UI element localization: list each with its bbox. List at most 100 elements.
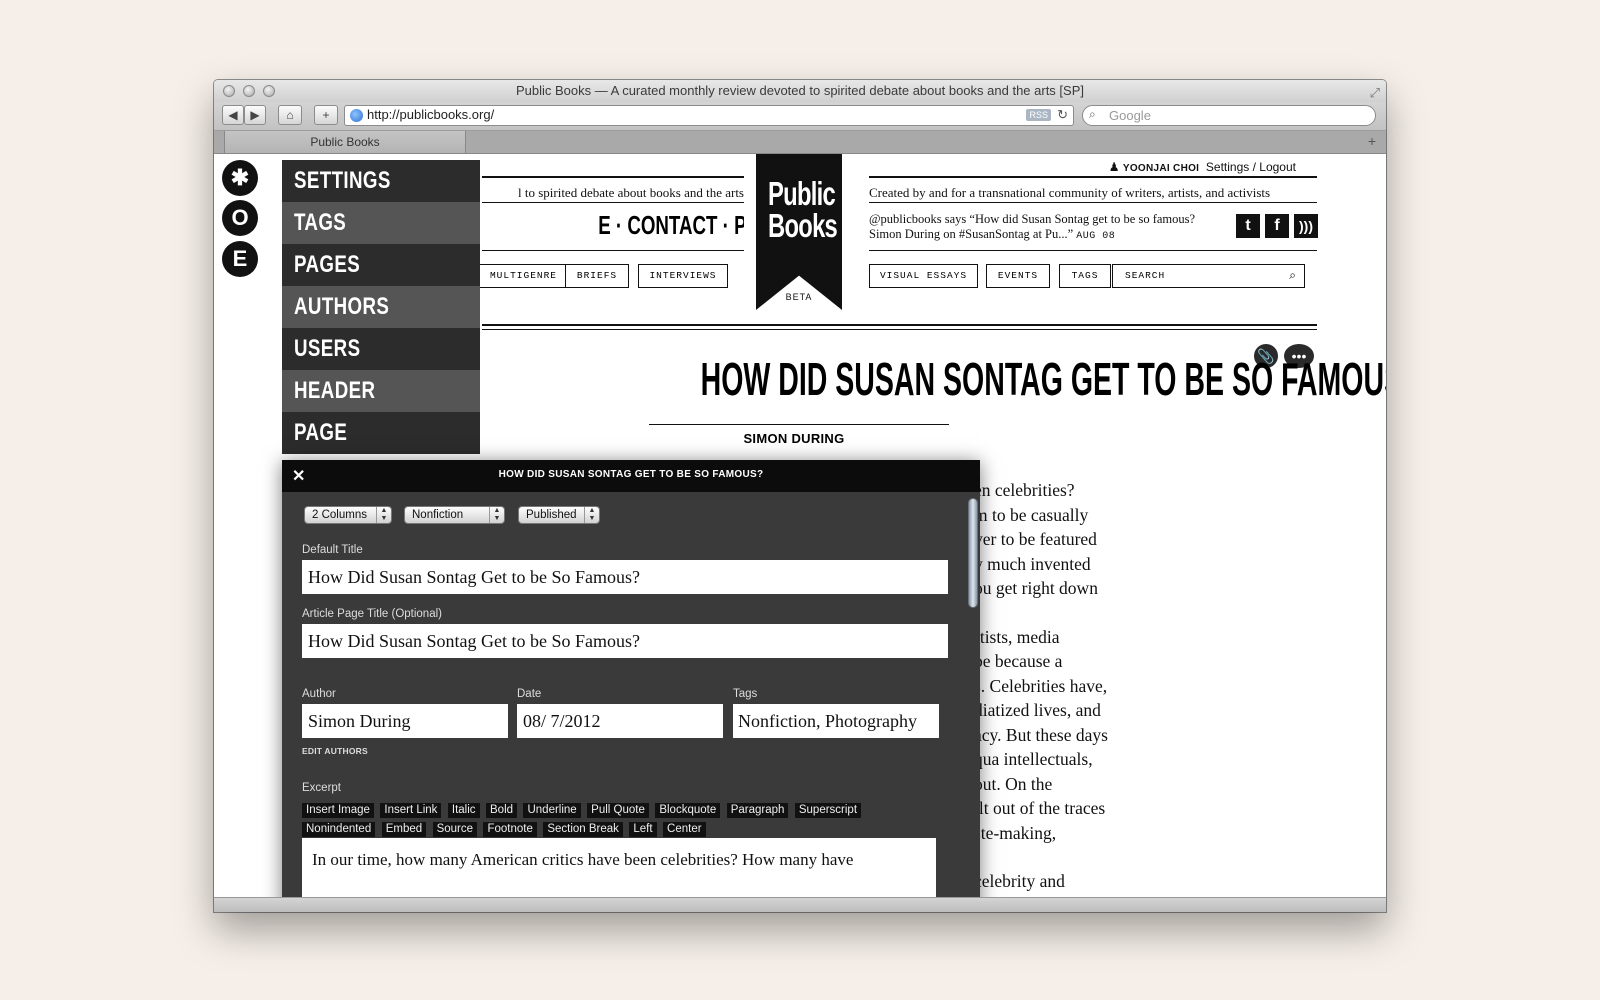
header-rule xyxy=(869,176,1317,178)
tab-bar: Public Books + xyxy=(214,131,1386,154)
embed-button[interactable]: Embed xyxy=(381,822,427,837)
cms-menu-label: TAGS xyxy=(294,209,347,236)
align-left-button[interactable]: Left xyxy=(629,822,657,837)
main-nav[interactable]: E · CONTACT · PUBLIC CULTURE xyxy=(482,210,744,241)
underline-button[interactable]: Underline xyxy=(523,803,581,818)
globe-icon xyxy=(350,109,363,122)
columns-select[interactable]: 2 Columns ▲ ▼ xyxy=(304,506,392,524)
author-label: Author xyxy=(302,688,336,700)
article-byline[interactable]: SIMON DURING xyxy=(644,431,944,446)
logo-word-books: Books xyxy=(768,207,838,244)
date-input[interactable]: 08/ 7/2012 xyxy=(517,704,723,738)
italic-button[interactable]: Italic xyxy=(447,803,480,818)
cms-menu-tags[interactable]: TAGS xyxy=(282,202,480,244)
new-tab-button[interactable]: + xyxy=(1368,133,1376,149)
browser-search-field[interactable]: ⌕ Google xyxy=(1082,105,1376,126)
search-icon: ⌕ xyxy=(1089,107,1096,121)
public-books-logo[interactable]: Public Books xyxy=(756,154,842,310)
home-button[interactable]: ⌂ xyxy=(278,105,302,125)
address-bar[interactable]: http://publicbooks.org/ RSS ↻ xyxy=(344,105,1074,126)
paragraph-button[interactable]: Paragraph xyxy=(726,803,789,818)
settings-logout-link[interactable]: Settings / Logout xyxy=(1206,160,1296,174)
zoom-window-button[interactable] xyxy=(263,85,275,97)
default-title-input[interactable]: How Did Susan Sontag Get to be So Famous… xyxy=(302,560,948,594)
footnote-button[interactable]: Footnote xyxy=(483,822,537,837)
source-button[interactable]: Source xyxy=(432,822,478,837)
bold-button[interactable]: Bold xyxy=(486,803,518,818)
body-line: ilt out of the traces xyxy=(974,798,1106,818)
cms-menu-header[interactable]: HEADER xyxy=(282,370,480,412)
tags-input[interactable]: Nonfiction, Photography xyxy=(733,704,939,738)
url-text: http://publicbooks.org/ xyxy=(367,107,495,122)
minimize-window-button[interactable] xyxy=(243,85,255,97)
facebook-icon[interactable]: f xyxy=(1265,214,1289,238)
back-button[interactable]: ◀ xyxy=(222,105,244,125)
e-icon[interactable]: E xyxy=(222,241,258,277)
columns-select-value: 2 Columns xyxy=(312,509,367,521)
select-arrows-icon: ▲ ▼ xyxy=(584,507,599,523)
modal-scrollbar[interactable] xyxy=(968,498,978,608)
edit-authors-link[interactable]: EDIT AUTHORS xyxy=(302,746,368,756)
blockquote-button[interactable]: Blockquote xyxy=(655,803,721,818)
align-center-button[interactable]: Center xyxy=(663,822,706,837)
page-title-input[interactable]: How Did Susan Sontag Get to be So Famous… xyxy=(302,624,948,658)
byline-rule xyxy=(649,424,949,425)
category-tags[interactable]: TAGS xyxy=(1059,264,1111,288)
section-select[interactable]: Nonfiction ▲ ▼ xyxy=(404,506,505,524)
gear-icon[interactable]: ✱ xyxy=(222,160,258,196)
nonindented-button[interactable]: Nonindented xyxy=(302,822,376,837)
category-interviews[interactable]: INTERVIEWS xyxy=(638,264,728,288)
article-editor-modal: ✕ HOW DID SUSAN SONTAG GET TO BE SO FAMO… xyxy=(282,460,980,898)
cms-menu-page-modules[interactable]: PAGE MODULES xyxy=(282,412,480,488)
search-icon[interactable]: ⌕ xyxy=(1289,268,1296,283)
cms-menu-settings[interactable]: SETTINGS xyxy=(282,160,480,202)
logo-beta-label: BETA xyxy=(785,292,813,302)
cms-menu-users[interactable]: USERS xyxy=(282,328,480,370)
excerpt-textarea[interactable]: In our time, how many American critics h… xyxy=(302,838,936,898)
o-icon[interactable]: O xyxy=(222,200,258,236)
rss-badge[interactable]: RSS xyxy=(1026,109,1051,121)
user-row: ♟ YOONJAI CHOI Settings / Logout xyxy=(1109,160,1296,174)
category-multigenre[interactable]: MULTIGENRE xyxy=(476,264,571,288)
browser-window: Public Books — A curated monthly review … xyxy=(214,80,1386,912)
rss-icon[interactable]: ))) xyxy=(1294,214,1318,238)
tab-public-books[interactable]: Public Books xyxy=(224,131,466,153)
excerpt-text: In our time, how many American critics h… xyxy=(312,850,854,869)
insert-image-button[interactable]: Insert Image xyxy=(302,803,374,818)
cms-menu-label: PAGES xyxy=(294,251,361,278)
page-content: ✱ O E l to spirited debate about books a… xyxy=(214,154,1386,898)
status-select[interactable]: Published ▲ ▼ xyxy=(518,506,600,524)
cms-menu-pages[interactable]: PAGES xyxy=(282,244,480,286)
body-line: rtists, media xyxy=(974,626,1060,647)
window-title: Public Books — A curated monthly review … xyxy=(515,83,1084,98)
site-search-input[interactable]: SEARCH ⌕ xyxy=(1112,264,1305,288)
cms-menu-label: SETTINGS xyxy=(294,167,391,194)
section-select-value: Nonfiction xyxy=(412,509,464,521)
header-rule xyxy=(869,250,1317,251)
latest-tweet[interactable]: @publicbooks says “How did Susan Sontag … xyxy=(869,212,1209,244)
article-body: en celebrities? m to be casually ver to … xyxy=(974,478,1194,898)
author-input[interactable]: Simon During xyxy=(302,704,508,738)
cms-menu-label: AUTHORS xyxy=(294,293,390,320)
twitter-icon[interactable]: t xyxy=(1236,214,1260,238)
fullscreen-icon[interactable]: ⤢ xyxy=(1370,82,1380,104)
superscript-button[interactable]: Superscript xyxy=(794,803,862,818)
category-events[interactable]: EVENTS xyxy=(986,264,1050,288)
category-visual-essays[interactable]: VISUAL ESSAYS xyxy=(869,264,978,288)
reload-icon[interactable]: ↻ xyxy=(1057,107,1068,123)
forward-button[interactable]: ▶ xyxy=(244,105,266,125)
main-nav-text[interactable]: E · CONTACT · PUBLIC CULTURE xyxy=(598,210,744,241)
search-placeholder: Google xyxy=(1109,108,1151,123)
section-break-button[interactable]: Section Break xyxy=(543,822,623,837)
cms-menu-label: USERS xyxy=(294,335,361,362)
insert-link-button[interactable]: Insert Link xyxy=(380,803,442,818)
close-window-button[interactable] xyxy=(223,85,235,97)
cms-menu-authors[interactable]: AUTHORS xyxy=(282,286,480,328)
select-arrows-icon: ▲ ▼ xyxy=(489,507,504,523)
user-name[interactable]: YOONJAI CHOI xyxy=(1123,163,1199,174)
header-rule xyxy=(869,202,1317,203)
category-briefs[interactable]: BRIEFS xyxy=(565,264,629,288)
add-bookmark-button[interactable]: + xyxy=(314,105,338,125)
body-line: en celebrities? xyxy=(974,480,1075,500)
pull-quote-button[interactable]: Pull Quote xyxy=(587,803,649,818)
